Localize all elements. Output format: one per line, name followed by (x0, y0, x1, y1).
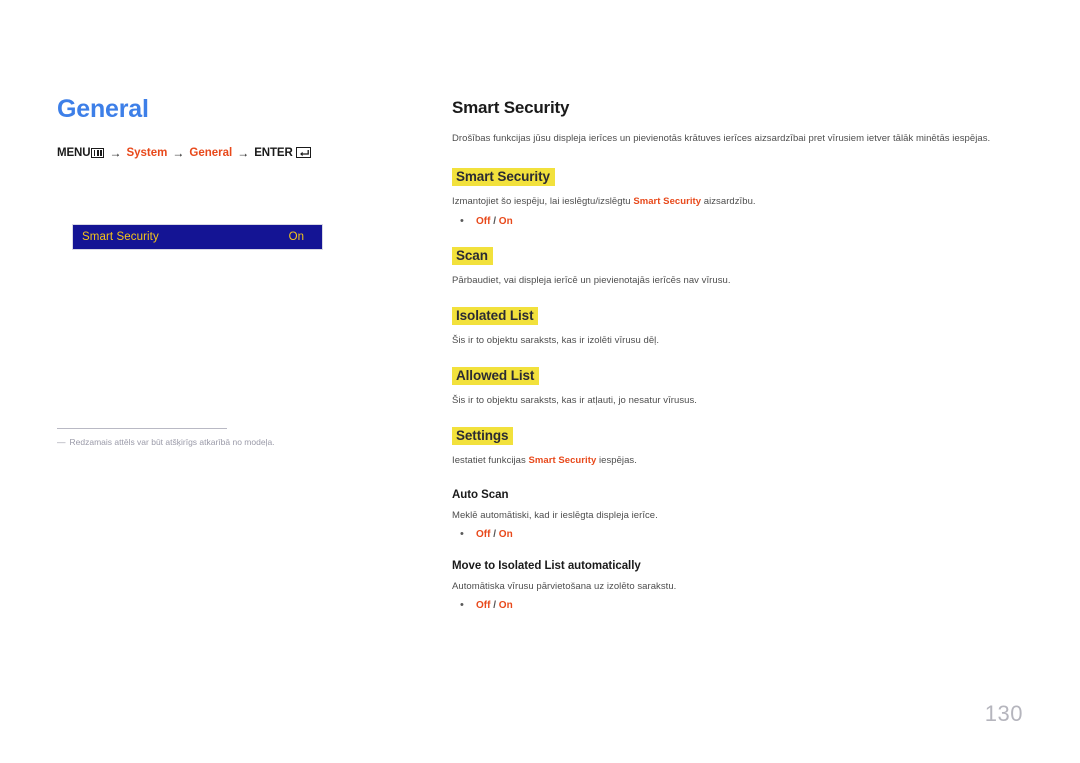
desc-before: Izmantojiet šo iespēju, lai ieslēgtu/izs… (452, 196, 634, 208)
block-desc-auto-scan: Meklē automātiski, kad ir ieslēgta displ… (452, 509, 658, 521)
block-heading-scan: Scan (452, 246, 493, 265)
bullet-smart-security-options: • Off / On (452, 214, 1018, 227)
block-desc-move-to-isolated-list: Automātiska vīrusu pārvietošana uz izolē… (452, 580, 677, 592)
bullet-dot-icon: • (460, 599, 464, 611)
bullet-dot-icon: • (460, 527, 464, 540)
bullet-option-values: Off / On (476, 529, 513, 540)
option-off[interactable]: Off (476, 216, 490, 227)
left-column: General MENU → System → General → ENTER (57, 95, 387, 160)
bullet-option-values: Off / On (476, 216, 513, 227)
block-desc-settings: Iestatiet funkcijas Smart Security iespē… (452, 454, 1018, 468)
block-desc-smart-security: Izmantojiet šo iespēju, lai ieslēgtu/izs… (452, 195, 1018, 209)
footnote: ― Redzamais attēls var būt atšķirīgs atk… (57, 437, 297, 449)
block-heading-auto-scan: Auto Scan (452, 488, 509, 501)
breadcrumb-item-general: General (189, 146, 233, 159)
breadcrumb-menu-label: MENU (57, 146, 91, 159)
block-heading-smart-security: Smart Security (452, 168, 555, 187)
option-off[interactable]: Off (476, 600, 490, 611)
breadcrumb-arrow-3: → (237, 145, 250, 160)
content-block-isolated-list: Isolated List Šis ir to objektu saraksts… (452, 306, 1018, 348)
breadcrumb-enter-label: ENTER (254, 146, 293, 159)
content-block-move-to-isolated-list: Move to Isolated List automatically Auto… (452, 560, 1018, 611)
menu-grid-icon (91, 147, 105, 158)
page-number: 130 (984, 701, 1023, 726)
desc-before: Iestatiet funkcijas (452, 455, 529, 467)
osd-menu-value: On (288, 231, 304, 243)
breadcrumb-arrow-1: → (109, 145, 122, 160)
desc-after: aizsardzību. (701, 196, 756, 208)
option-separator: / (490, 528, 499, 540)
block-heading-settings: Settings (452, 427, 514, 446)
footnote-text: Redzamais attēls var būt atšķirīgs atkar… (69, 437, 275, 447)
bullet-dot-icon: • (460, 214, 464, 227)
block-heading-isolated-list: Isolated List (452, 306, 539, 325)
content-block-smart-security: Smart Security Izmantojiet šo iespēju, l… (452, 168, 1018, 227)
page-title: General (57, 95, 149, 123)
section-intro: Drošības funkcijas jūsu displeja ierīces… (452, 133, 991, 144)
bullet-auto-scan-options: • Off / On (452, 527, 1018, 540)
section-title: Smart Security (452, 98, 570, 117)
bullet-move-to-isolated-options: • Off / On (452, 599, 1018, 612)
option-on[interactable]: On (499, 529, 513, 540)
osd-menu-label: Smart Security (82, 231, 159, 243)
footnote-divider (57, 428, 227, 429)
main-content: Smart Security Drošības funkcijas jūsu d… (452, 98, 1018, 631)
block-desc-allowed-list: Šis ir to objektu saraksts, kas ir atļau… (452, 395, 697, 406)
breadcrumb-item-system: System (126, 146, 168, 159)
option-separator: / (490, 600, 499, 611)
content-block-auto-scan: Auto Scan Meklē automātiski, kad ir iesl… (452, 489, 1018, 540)
breadcrumb-arrow-2: → (172, 145, 185, 160)
option-on[interactable]: On (499, 600, 513, 611)
bullet-option-values: Off / On (476, 600, 513, 611)
content-block-allowed-list: Allowed List Šis ir to objektu saraksts,… (452, 367, 1018, 408)
desc-emphasis: Smart Security (528, 455, 597, 467)
content-block-scan: Scan Pārbaudiet, vai displeja ierīcē un … (452, 246, 1018, 288)
desc-after: iespējas. (596, 455, 637, 467)
block-heading-allowed-list: Allowed List (452, 367, 540, 385)
enter-return-icon (295, 147, 311, 158)
block-desc-isolated-list: Šis ir to objektu saraksts, kas ir izolē… (452, 334, 660, 346)
footnote-dash: ― (57, 437, 66, 447)
block-desc-scan: Pārbaudiet, vai displeja ierīcē un pievi… (452, 274, 731, 286)
option-on[interactable]: On (499, 216, 513, 227)
option-separator: / (490, 215, 499, 227)
option-off[interactable]: Off (476, 529, 490, 540)
breadcrumb: MENU → System → General → ENTER (57, 146, 387, 160)
footnote-block: ― Redzamais attēls var būt atšķirīgs atk… (57, 428, 297, 449)
osd-menu-row-smart-security[interactable]: Smart Security On (72, 224, 323, 250)
content-block-settings: Settings Iestatiet funkcijas Smart Secur… (452, 427, 1018, 468)
block-heading-move-to-isolated-list: Move to Isolated List automatically (452, 559, 641, 572)
desc-emphasis: Smart Security (633, 196, 702, 208)
